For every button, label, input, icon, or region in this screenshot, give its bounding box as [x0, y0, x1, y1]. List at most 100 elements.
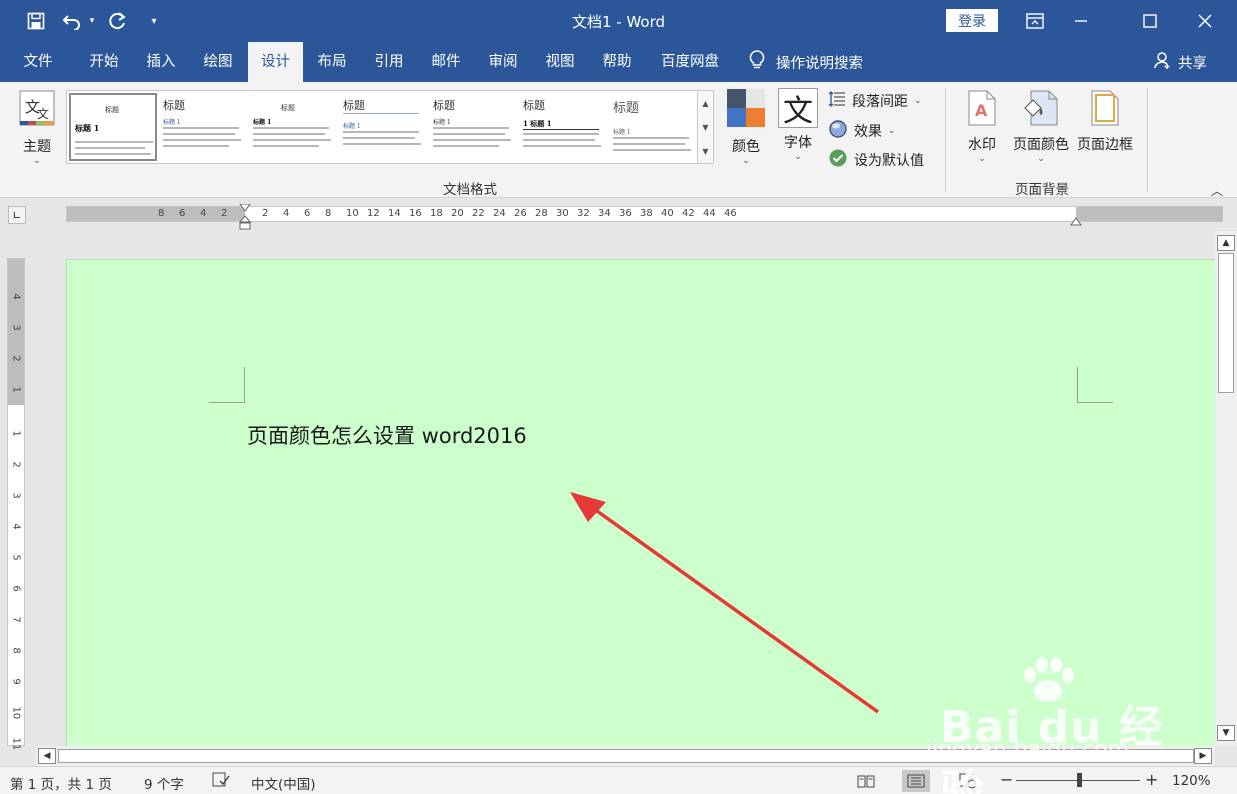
effects-button[interactable]: 效果 ⌄ [828, 119, 896, 143]
page-color-button[interactable]: 页面颜色 ⌄ [1008, 90, 1074, 164]
zoom-in-button[interactable]: + [1145, 770, 1158, 789]
horizontal-ruler[interactable]: 8 6 4 2 2 4 6 8 10 12 14 16 18 20 22 24 26 28 30 32 34 36 38 40… [66, 203, 1223, 230]
ribbon-tabs: 文件 开始 插入 绘图 设计 布局 引用 邮件 审阅 视图 帮助 百度网盘 操作… [0, 42, 1237, 82]
ruler-tick-label: 32 [577, 208, 590, 219]
tab-file[interactable]: 文件 [10, 42, 66, 82]
right-indent-marker[interactable] [1070, 215, 1082, 226]
ruler-tick-label: 6 [304, 208, 311, 219]
ruler-tick-label: 3 [10, 324, 22, 331]
style-set-item[interactable]: 标题 标题 1 [159, 93, 245, 161]
tab-home[interactable]: 开始 [76, 42, 132, 82]
tab-view[interactable]: 视图 [532, 42, 588, 82]
style-set-item[interactable]: 标题 标题 1 [249, 93, 335, 161]
proofing-icon[interactable] [212, 772, 230, 792]
svg-text:文: 文 [37, 106, 49, 121]
ruler-tick-label: 4 [10, 293, 22, 300]
fonts-icon: 文 [778, 88, 818, 129]
page-count[interactable]: 第 1 页，共 1 页 [10, 773, 112, 793]
ruler-tick-label: 10 [10, 706, 22, 720]
print-layout-icon[interactable] [902, 770, 930, 792]
page-color-label: 页面颜色 [1013, 137, 1069, 153]
page-color-icon [1023, 90, 1059, 130]
style-set-item[interactable]: 标题 1 标题 1 [519, 93, 605, 161]
ruler-tick-label: 16 [409, 208, 422, 219]
ribbon-display-icon[interactable] [1012, 0, 1058, 42]
svg-text:A: A [975, 101, 988, 120]
ruler-tick-label: 34 [598, 208, 611, 219]
ruler-tick-label: 2 [262, 208, 269, 219]
fonts-button[interactable]: 文 字体 ⌄ [776, 88, 820, 162]
scroll-right-icon[interactable]: ▶ [1194, 748, 1212, 764]
gallery-more-icon[interactable]: ▼ [702, 147, 708, 156]
tab-draw[interactable]: 绘图 [190, 42, 246, 82]
fonts-label: 字体 [784, 135, 812, 151]
minimize-icon[interactable] [1058, 0, 1104, 42]
share-label: 共享 [1178, 55, 1207, 72]
page-borders-label: 页面边框 [1077, 137, 1133, 153]
ruler-tick-label: 44 [703, 208, 716, 219]
chevron-down-icon: ⌄ [914, 96, 922, 106]
maximize-icon[interactable] [1127, 0, 1173, 42]
vertical-scrollbar[interactable]: ▲ ▼ [1215, 231, 1237, 746]
horizontal-scrollbar[interactable]: ◀ ▶ [36, 746, 1215, 766]
ruler-tick-label: 22 [472, 208, 485, 219]
tab-layout[interactable]: 布局 [304, 42, 360, 82]
tab-baidu-netdisk[interactable]: 百度网盘 [650, 42, 730, 82]
first-line-indent-marker[interactable] [239, 202, 251, 212]
login-button[interactable]: 登录 [946, 9, 998, 32]
zoom-out-button[interactable]: − [1000, 770, 1013, 789]
scroll-left-icon[interactable]: ◀ [38, 748, 56, 764]
page-borders-button[interactable]: 页面边框 [1074, 90, 1136, 154]
scroll-down-icon[interactable]: ▼ [1217, 725, 1235, 741]
style-set-item[interactable]: 标题 标题 1 [609, 93, 695, 161]
watermark-button[interactable]: A 水印 ⌄ [962, 90, 1002, 164]
themes-button[interactable]: 文 文 主题 ⌄ [14, 88, 60, 166]
ruler-tick-label: 1 [10, 430, 22, 437]
word-count[interactable]: 9 个字 [144, 773, 184, 793]
document-body-text[interactable]: 页面颜色怎么设置 word2016 [247, 420, 527, 450]
vertical-ruler[interactable]: 4 3 2 1 1 2 3 4 5 6 7 8 9 10 11 [7, 258, 25, 750]
tell-me-search[interactable]: 操作说明搜索 [748, 42, 863, 82]
tab-selector[interactable]: ∟ [8, 206, 26, 224]
zoom-slider-thumb[interactable] [1077, 773, 1082, 787]
scroll-up-icon[interactable]: ▲ [1217, 235, 1235, 251]
tab-references[interactable]: 引用 [361, 42, 417, 82]
horizontal-scroll-thumb[interactable] [58, 749, 1194, 763]
set-as-default-button[interactable]: 设为默认值 [828, 148, 924, 172]
language[interactable]: 中文(中国) [251, 773, 316, 793]
ruler-tick-label: 14 [388, 208, 401, 219]
ruler-tick-label: 26 [514, 208, 527, 219]
tell-me-label: 操作说明搜索 [776, 55, 863, 72]
hanging-indent-marker[interactable] [238, 215, 252, 231]
tab-mailings[interactable]: 邮件 [418, 42, 474, 82]
vertical-scroll-thumb[interactable] [1218, 253, 1234, 393]
web-layout-icon[interactable] [954, 770, 982, 792]
ruler-tick-label: 8 [158, 208, 165, 219]
ruler-tick-label: 4 [200, 208, 207, 219]
tab-help[interactable]: 帮助 [589, 42, 645, 82]
group-separator [945, 88, 946, 192]
style-set-item[interactable]: 标题 标题 1 [339, 93, 425, 161]
ruler-tick-label: 3 [10, 492, 22, 499]
ruler-tick-label: 2 [10, 355, 22, 362]
close-icon[interactable] [1182, 0, 1228, 42]
share-button[interactable]: 共享 [1154, 42, 1207, 82]
chevron-down-icon[interactable]: ▼ [702, 123, 708, 132]
colors-button[interactable]: 颜色 ⌄ [724, 88, 768, 166]
collapse-ribbon-icon[interactable]: ︿ [1211, 182, 1223, 199]
watermark-label: 水印 [968, 137, 996, 153]
tab-review[interactable]: 审阅 [475, 42, 531, 82]
tab-design[interactable]: 设计 [248, 42, 303, 82]
ruler-tick-label: 40 [661, 208, 674, 219]
colors-icon [726, 88, 766, 132]
style-set-item[interactable]: 标题 标题 1 [429, 93, 515, 161]
zoom-level[interactable]: 120% [1172, 773, 1211, 789]
paragraph-spacing-button[interactable]: 段落间距 ⌄ [828, 90, 922, 112]
ruler-tick-label: 10 [346, 208, 359, 219]
style-set-item[interactable]: 标题 标题 1 [69, 93, 157, 161]
tab-insert[interactable]: 插入 [133, 42, 189, 82]
ruler-tick-label: 4 [283, 208, 290, 219]
chevron-up-icon[interactable]: ▲ [702, 99, 708, 108]
gallery-scroll[interactable]: ▲ ▼ ▼ [698, 90, 714, 164]
read-mode-icon[interactable] [852, 770, 880, 792]
